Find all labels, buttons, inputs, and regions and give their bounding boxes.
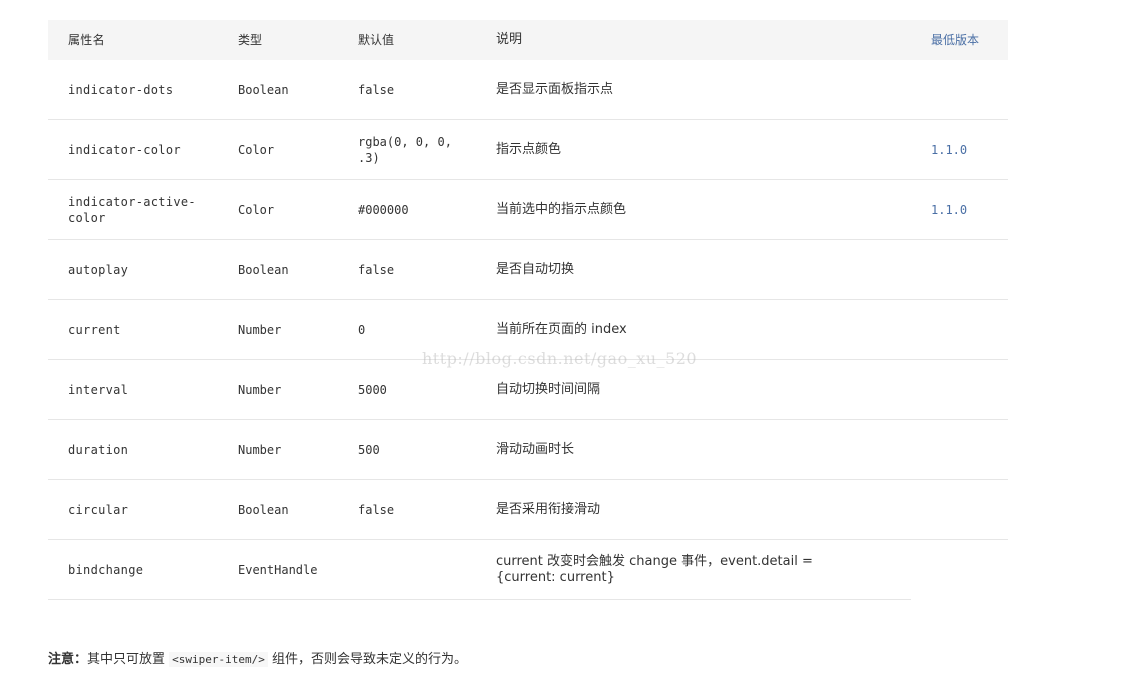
- cell-description: 是否显示面板指示点: [496, 82, 614, 97]
- cell-name: circular: [68, 503, 129, 517]
- table-row: indicator-color Color rgba(0, 0, 0, .3) 指示点…: [48, 120, 1008, 180]
- cell-description: 自动切换时间间隔: [496, 382, 601, 397]
- cell-type: EventHandle: [238, 563, 318, 577]
- cell-min-version: 1.1.0: [931, 203, 968, 217]
- cell-name: bindchange: [68, 563, 144, 577]
- note-text-after: 组件，否则会导致未定义的行为。: [267, 652, 468, 667]
- cell-name: current: [68, 323, 121, 337]
- note-label: 注意：: [48, 652, 88, 667]
- table-header: 属性名 类型 默认值 说明 最低版本: [48, 20, 1008, 60]
- table-row: indicator-active-color Color #000000 当前选中的指…: [48, 180, 1008, 240]
- cell-name: duration: [68, 443, 129, 457]
- header-type: 类型: [238, 33, 263, 47]
- cell-type: Number: [238, 323, 282, 337]
- cell-description: 滑动动画时长: [496, 442, 575, 457]
- table-row: duration Number 500 滑动动画时长: [48, 420, 1008, 480]
- cell-default: #000000: [358, 203, 409, 217]
- cell-description: 是否采用衔接滑动: [496, 502, 601, 517]
- header-description: 说明: [496, 32, 523, 47]
- table-row: interval Number 5000 自动切换时间间隔: [48, 360, 1008, 420]
- cell-type: Boolean: [238, 263, 289, 277]
- cell-name: indicator-color: [68, 143, 181, 157]
- cell-type: Boolean: [238, 503, 289, 517]
- cell-description: 指示点颜色: [496, 142, 562, 157]
- cell-description: 是否自动切换: [496, 262, 575, 277]
- cell-name: indicator-active-color: [68, 195, 196, 225]
- cell-default: false: [358, 83, 395, 97]
- cell-type: Number: [238, 443, 282, 457]
- note: 注意：其中只可放置 <swiper-item/> 组件，否则会导致未定义的行为。: [48, 648, 467, 667]
- cell-type: Color: [238, 143, 275, 157]
- header-name: 属性名: [68, 33, 105, 47]
- cell-default: 5000: [358, 383, 387, 397]
- cell-description: current 改变时会触发 change 事件，event.detail = …: [496, 554, 813, 585]
- header-default: 默认值: [358, 33, 395, 47]
- cell-name: interval: [68, 383, 129, 397]
- note-code: <swiper-item/>: [169, 652, 268, 667]
- cell-default: rgba(0, 0, 0, .3): [358, 135, 452, 165]
- table-row: indicator-dots Boolean false 是否显示面板指示点: [48, 60, 1008, 120]
- table-row: circular Boolean false 是否采用衔接滑动: [48, 480, 1008, 540]
- attribute-table: 属性名 类型 默认值 说明 最低版本 indicator-dots Boolean…: [48, 20, 1008, 600]
- header-min-version: 最低版本: [931, 33, 980, 47]
- note-text-before: 其中只可放置: [87, 652, 170, 667]
- cell-name: autoplay: [68, 263, 129, 277]
- cell-description: 当前所在页面的 index: [496, 322, 627, 337]
- cell-min-version: 1.1.0: [931, 143, 968, 157]
- cell-default: false: [358, 503, 395, 517]
- table-row: bindchange EventHandle current 改变时会触发 chan…: [48, 540, 911, 600]
- cell-description: 当前选中的指示点颜色: [496, 202, 627, 217]
- cell-type: Number: [238, 383, 282, 397]
- cell-name: indicator-dots: [68, 83, 174, 97]
- cell-type: Color: [238, 203, 275, 217]
- cell-default: 500: [358, 443, 380, 457]
- table-row: autoplay Boolean false 是否自动切换: [48, 240, 1008, 300]
- cell-default: 0: [358, 323, 366, 337]
- cell-type: Boolean: [238, 83, 289, 97]
- cell-default: false: [358, 263, 395, 277]
- table-row: current Number 0 当前所在页面的 index: [48, 300, 1008, 360]
